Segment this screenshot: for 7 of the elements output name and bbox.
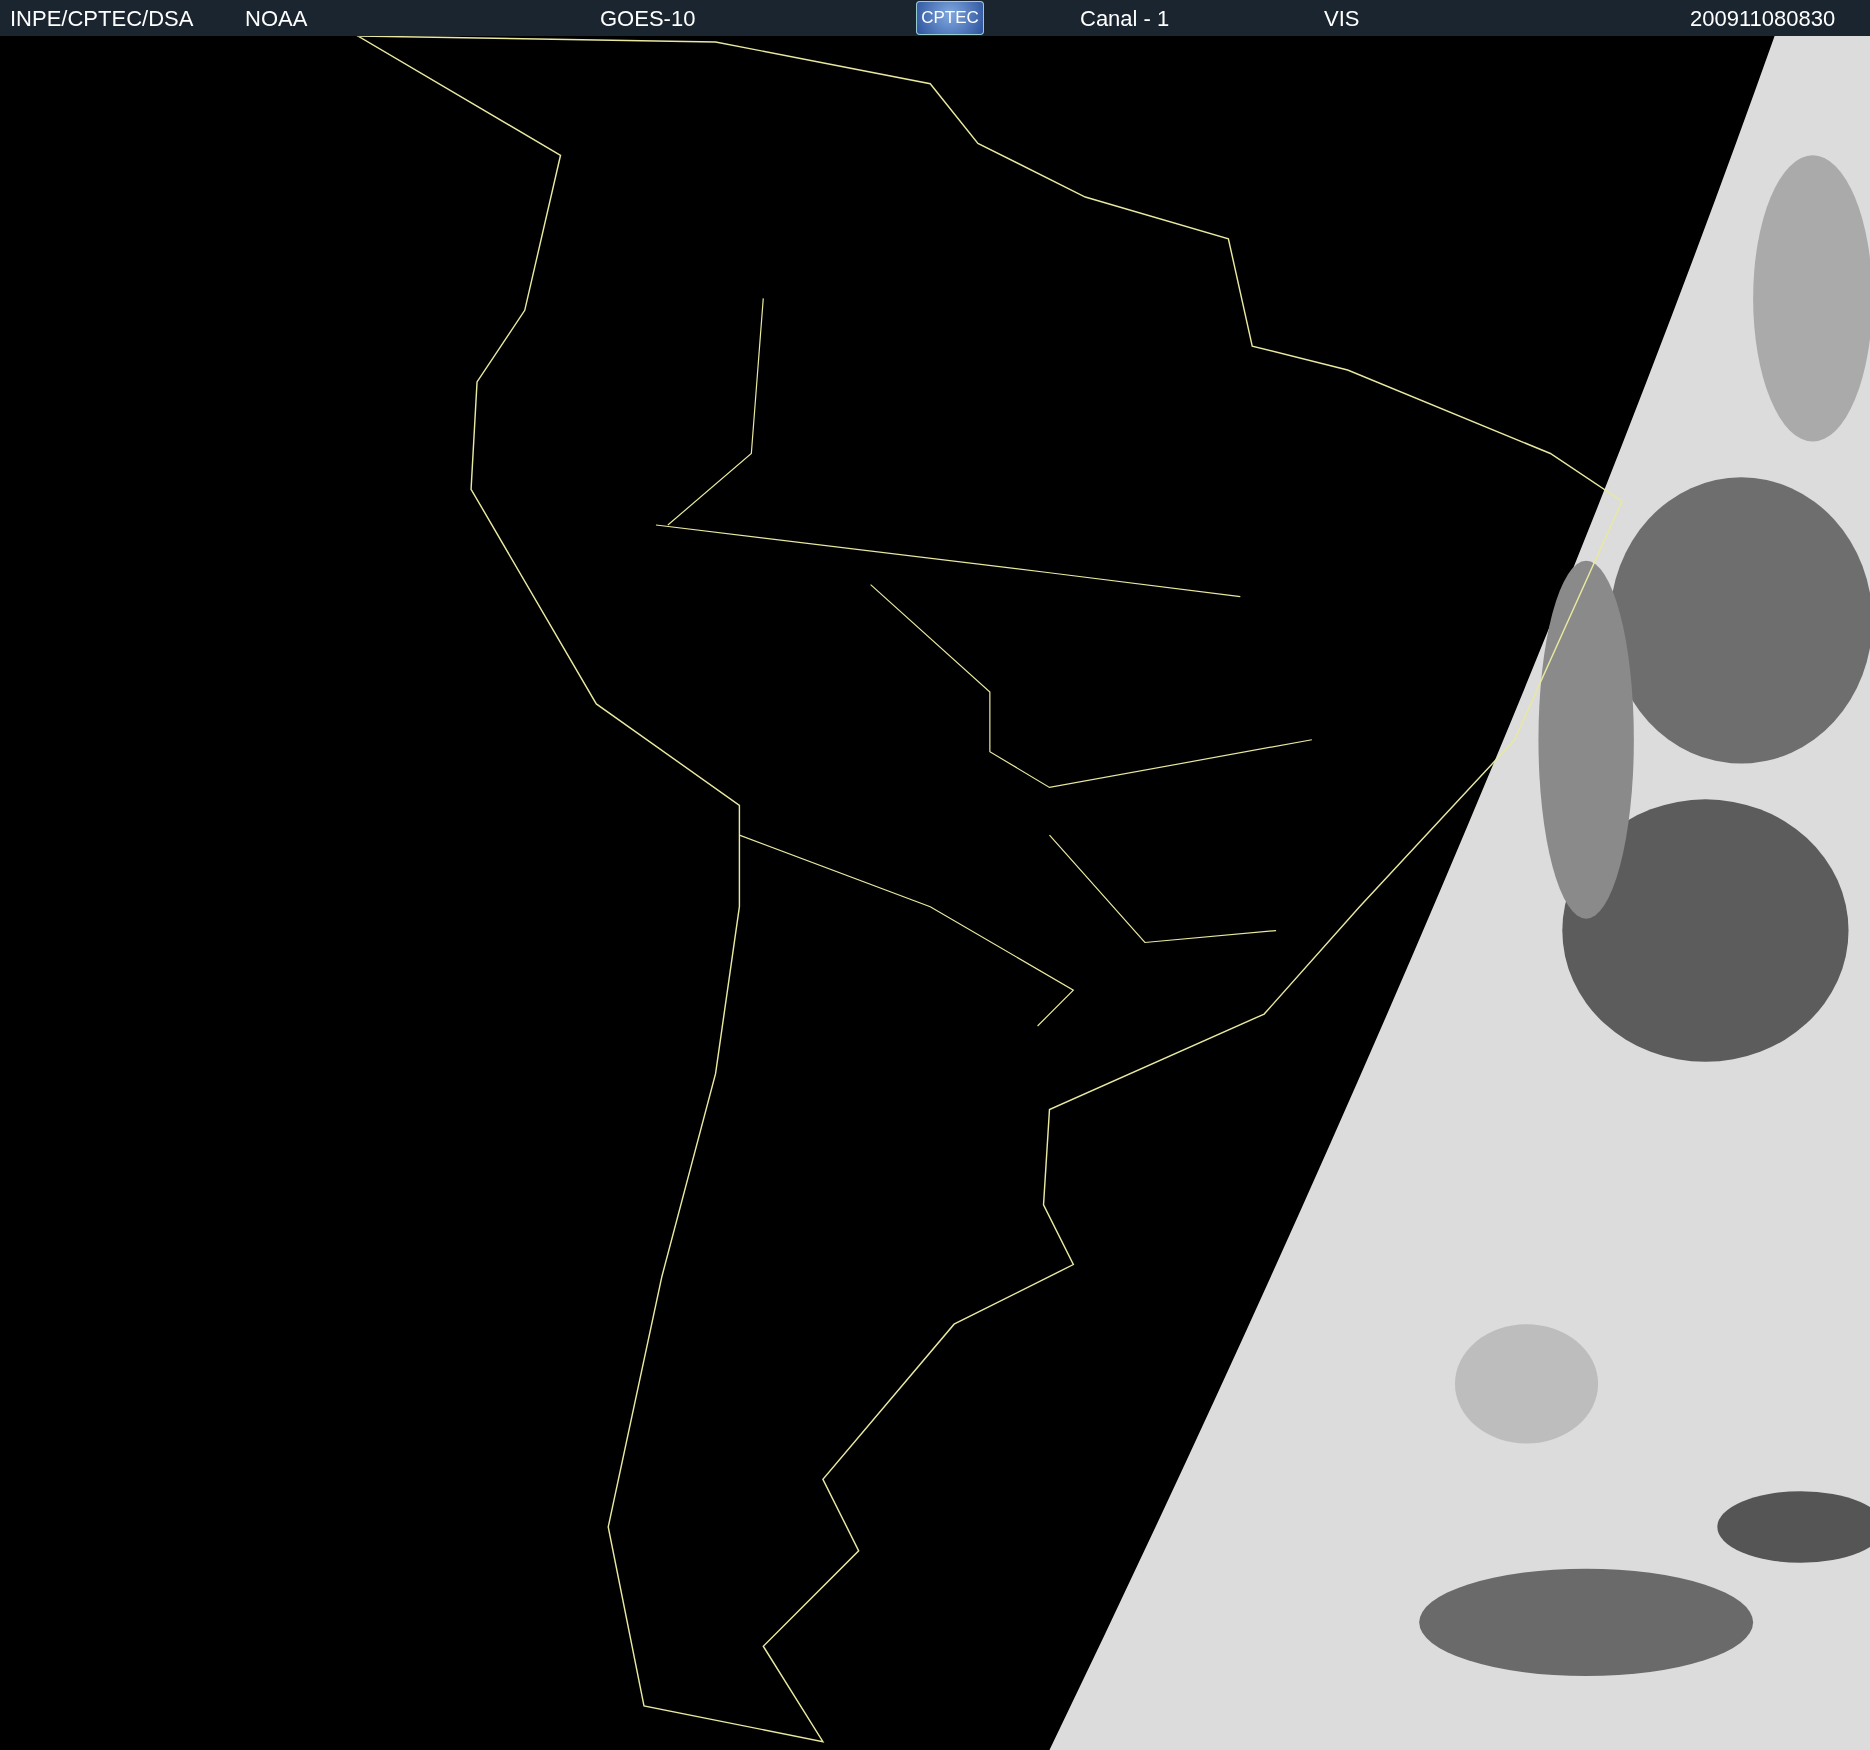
header-label: GOES-10 [600,6,696,32]
header-label: INPE/CPTEC/DSA [10,6,194,32]
cptec-logo: CPTEC [916,1,984,35]
header-label: Canal - 1 [1080,6,1170,32]
header-label: NOAA [245,6,308,32]
header-label: VIS [1324,6,1360,32]
header-label: 200911080830 [1690,6,1836,32]
